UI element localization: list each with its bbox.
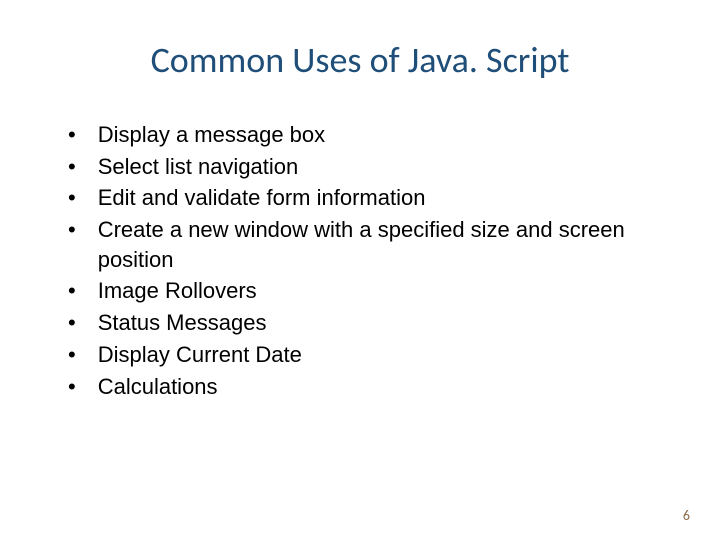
bullet-text: Create a new window with a specified siz… [98,215,670,274]
list-item: • Calculations [68,372,670,402]
bullet-icon: • [68,120,76,150]
bullet-text: Image Rollovers [98,276,257,306]
slide-title: Common Uses of Java. Script [50,38,670,82]
list-item: • Create a new window with a specified s… [68,215,670,274]
bullet-icon: • [68,276,76,306]
bullet-icon: • [68,152,76,182]
bullet-icon: • [68,372,76,402]
bullet-text: Display a message box [98,120,325,150]
bullet-text: Select list navigation [98,152,299,182]
bullet-text: Calculations [98,372,218,402]
list-item: • Select list navigation [68,152,670,182]
bullet-list: • Display a message box • Select list na… [50,120,670,401]
list-item: • Image Rollovers [68,276,670,306]
bullet-text: Display Current Date [98,340,302,370]
page-number: 6 [683,507,690,524]
bullet-text: Status Messages [98,308,267,338]
bullet-icon: • [68,308,76,338]
list-item: • Status Messages [68,308,670,338]
bullet-icon: • [68,183,76,213]
list-item: • Display Current Date [68,340,670,370]
bullet-icon: • [68,340,76,370]
list-item: • Display a message box [68,120,670,150]
list-item: • Edit and validate form information [68,183,670,213]
slide-container: Common Uses of Java. Script • Display a … [0,0,720,540]
bullet-text: Edit and validate form information [98,183,426,213]
bullet-icon: • [68,215,76,245]
